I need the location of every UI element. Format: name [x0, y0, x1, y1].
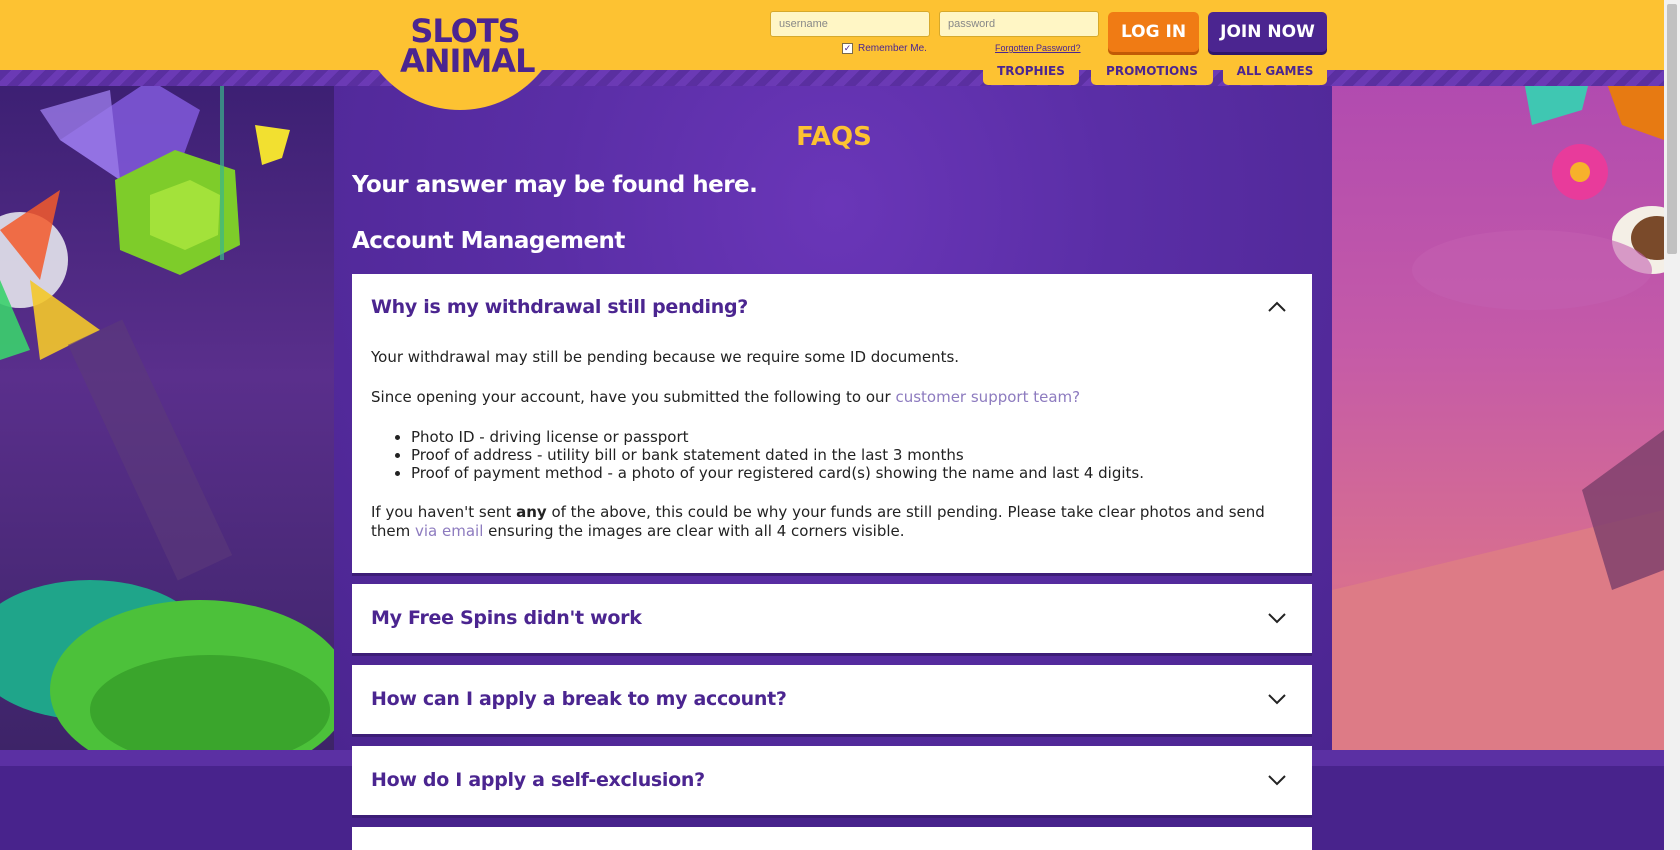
chevron-down-icon[interactable] [1266, 607, 1288, 629]
chevron-down-icon[interactable] [1266, 769, 1288, 791]
remember-me-label: Remember Me. [858, 43, 927, 54]
faq-answer: Your withdrawal may still be pending bec… [371, 348, 1271, 562]
username-input[interactable]: username [770, 11, 930, 37]
customer-support-link[interactable]: customer support team? [895, 388, 1080, 406]
faq-question[interactable]: How do I apply a self-exclusion? [371, 769, 705, 791]
faq-item-withdrawal: Why is my withdrawal still pending? Your… [352, 274, 1312, 576]
faq-item-account-break[interactable]: How can I apply a break to my account? [352, 665, 1312, 737]
list-item: Photo ID - driving license or passport [411, 428, 1271, 446]
answer-paragraph-2: Since opening your account, have you sub… [371, 388, 1271, 407]
faq-question[interactable]: Why is my withdrawal still pending? [371, 296, 748, 318]
remember-me-checkbox[interactable]: ✓ [842, 43, 853, 54]
faq-question[interactable]: My Free Spins didn't work [371, 607, 642, 629]
faq-item-self-exclusion[interactable]: How do I apply a self-exclusion? [352, 746, 1312, 818]
faq-item-next[interactable] [352, 827, 1312, 850]
section-heading: Account Management [352, 228, 625, 254]
login-button[interactable]: LOG IN [1108, 12, 1199, 52]
join-now-button[interactable]: JOIN NOW [1208, 12, 1327, 52]
password-input[interactable]: password [939, 11, 1099, 37]
jungle-gems-illustration [0, 80, 334, 750]
forgot-password-link[interactable]: Forgotten Password? [995, 43, 1081, 53]
jungle-fruit-illustration [1332, 70, 1664, 750]
chevron-down-icon[interactable] [1266, 688, 1288, 710]
list-item: Proof of payment method - a photo of you… [411, 464, 1271, 482]
answer-text: Since opening your account, have you sub… [371, 388, 896, 406]
nav-tab-promotions[interactable]: PROMOTIONS [1091, 57, 1213, 85]
remember-me[interactable]: ✓ Remember Me. [842, 43, 927, 54]
answer-paragraph-1: Your withdrawal may still be pending bec… [371, 348, 960, 366]
faq-item-free-spins[interactable]: My Free Spins didn't work [352, 584, 1312, 656]
nav-tab-trophies[interactable]: TROPHIES [983, 57, 1079, 85]
scrollbar-thumb[interactable] [1667, 4, 1677, 254]
list-item: Proof of address - utility bill or bank … [411, 446, 1271, 464]
answer-text: If you haven't sent [371, 503, 517, 521]
header-border-pattern [0, 70, 1664, 86]
document-list: Photo ID - driving license or passport P… [411, 428, 1271, 482]
nav-tab-all-games[interactable]: ALL GAMES [1223, 57, 1327, 85]
scrollbar[interactable] [1664, 0, 1680, 850]
answer-paragraph-3: If you haven't sent any of the above, th… [371, 503, 1271, 541]
background-left-scene [0, 70, 334, 750]
site-logo[interactable]: SLOTS ANIMAL [400, 15, 535, 80]
page-subtitle: Your answer may be found here. [352, 172, 758, 198]
chevron-up-icon[interactable] [1266, 296, 1288, 318]
answer-text: ensuring the images are clear with all 4… [483, 522, 905, 540]
faq-question[interactable]: How can I apply a break to my account? [371, 688, 787, 710]
email-link[interactable]: via email [415, 522, 483, 540]
background-right-scene [1332, 70, 1664, 750]
logo-line-2: ANIMAL [400, 42, 535, 80]
page-title: FAQS [796, 122, 872, 152]
answer-emphasis: any [516, 503, 547, 521]
